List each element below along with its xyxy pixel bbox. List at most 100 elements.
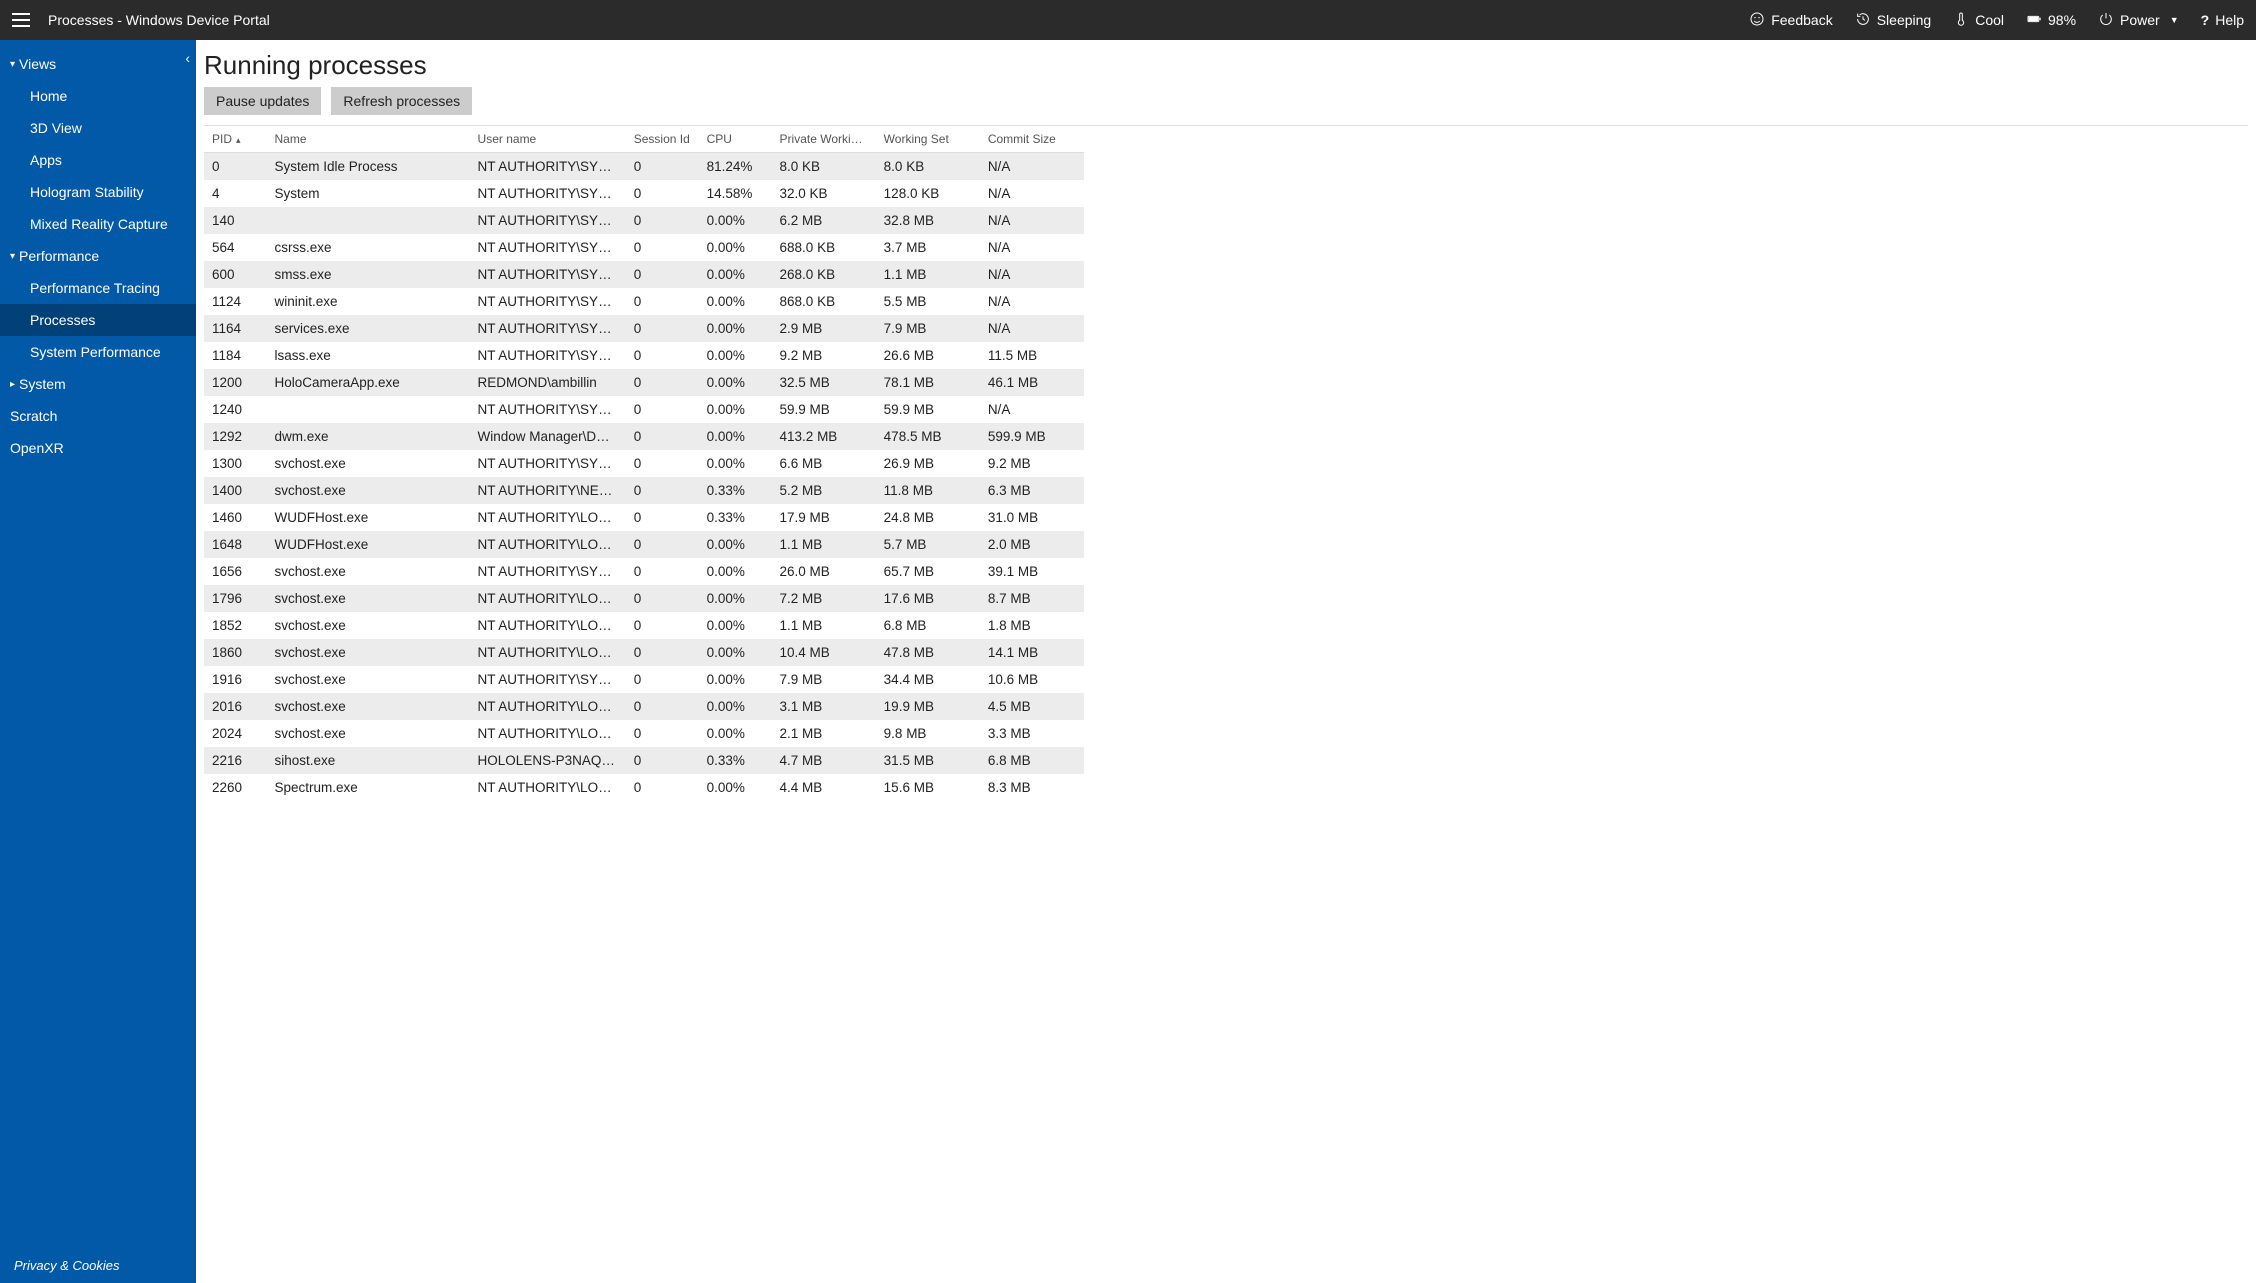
nav-group-views[interactable]: ▾Views (0, 48, 196, 80)
table-row[interactable]: 1656svchost.exeNT AUTHORITY\SYSTEM00.00%… (204, 558, 1084, 585)
table-row[interactable]: 1124wininit.exeNT AUTHORITY\SYSTEM00.00%… (204, 288, 1084, 315)
cell-sess: 0 (626, 612, 699, 639)
cell-name: svchost.exe (266, 585, 469, 612)
cell-user: NT AUTHORITY\SYSTEM (470, 558, 626, 585)
cell-cpu: 0.00% (699, 342, 772, 369)
feedback-button[interactable]: Feedback (1749, 11, 1832, 30)
thermal-state[interactable]: Cool (1953, 11, 2004, 30)
cell-cs: N/A (980, 180, 1084, 207)
table-row[interactable]: 1648WUDFHost.exeNT AUTHORITY\LOCAL …00.0… (204, 531, 1084, 558)
cell-ws: 47.8 MB (876, 639, 980, 666)
sidebar-item-processes[interactable]: Processes (0, 304, 196, 336)
cell-cpu: 0.00% (699, 369, 772, 396)
cell-pws: 2.9 MB (772, 315, 876, 342)
cell-name: sihost.exe (266, 747, 469, 774)
col-header-user-name[interactable]: User name (470, 126, 626, 153)
cell-ws: 1.1 MB (876, 261, 980, 288)
table-row[interactable]: 140NT AUTHORITY\SYSTEM00.00%6.2 MB32.8 M… (204, 207, 1084, 234)
sidebar-item-home[interactable]: Home (0, 80, 196, 112)
table-row[interactable]: 1200HoloCameraApp.exeREDMOND\ambillin00.… (204, 369, 1084, 396)
cell-pid: 1184 (204, 342, 266, 369)
col-header-session-id[interactable]: Session Id (626, 126, 699, 153)
cell-user: NT AUTHORITY\NETWO… (470, 477, 626, 504)
cell-user: NT AUTHORITY\SYSTEM (470, 288, 626, 315)
cell-pws: 5.2 MB (772, 477, 876, 504)
cell-user: NT AUTHORITY\SYSTEM (470, 207, 626, 234)
table-row[interactable]: 2016svchost.exeNT AUTHORITY\LOCAL …00.00… (204, 693, 1084, 720)
cell-pws: 4.4 MB (772, 774, 876, 801)
cell-pws: 413.2 MB (772, 423, 876, 450)
cell-pid: 140 (204, 207, 266, 234)
table-row[interactable]: 600smss.exeNT AUTHORITY\SYSTEM00.00%268.… (204, 261, 1084, 288)
process-table-scroll[interactable]: PID▴NameUser nameSession IdCPUPrivate Wo… (204, 125, 2248, 1283)
sidebar-item-openxr[interactable]: OpenXR (0, 432, 196, 464)
table-row[interactable]: 1796svchost.exeNT AUTHORITY\LOCAL …00.00… (204, 585, 1084, 612)
table-row[interactable]: 564csrss.exeNT AUTHORITY\SYSTEM00.00%688… (204, 234, 1084, 261)
table-row[interactable]: 1852svchost.exeNT AUTHORITY\LOCAL …00.00… (204, 612, 1084, 639)
cell-pid: 1852 (204, 612, 266, 639)
table-row[interactable]: 1860svchost.exeNT AUTHORITY\LOCAL …00.00… (204, 639, 1084, 666)
cell-sess: 0 (626, 585, 699, 612)
cell-pid: 600 (204, 261, 266, 288)
table-row[interactable]: 1400svchost.exeNT AUTHORITY\NETWO…00.33%… (204, 477, 1084, 504)
cell-cs: 39.1 MB (980, 558, 1084, 585)
sleep-state[interactable]: Sleeping (1855, 11, 1932, 30)
table-row[interactable]: 2260Spectrum.exeNT AUTHORITY\LOCAL …00.0… (204, 774, 1084, 801)
menu-icon[interactable] (12, 13, 30, 27)
battery-status[interactable]: 98% (2026, 11, 2076, 30)
pause-updates-button[interactable]: Pause updates (204, 87, 321, 115)
sidebar-item-mixed-reality-capture[interactable]: Mixed Reality Capture (0, 208, 196, 240)
triangle-down-icon: ▾ (10, 59, 15, 70)
power-icon (2098, 11, 2114, 30)
table-row[interactable]: 2024svchost.exeNT AUTHORITY\LOCAL …00.00… (204, 720, 1084, 747)
table-row[interactable]: 1184lsass.exeNT AUTHORITY\SYSTEM00.00%9.… (204, 342, 1084, 369)
cell-name: svchost.exe (266, 720, 469, 747)
table-row[interactable]: 1460WUDFHost.exeNT AUTHORITY\LOCAL …00.3… (204, 504, 1084, 531)
cell-pid: 1200 (204, 369, 266, 396)
cell-cs: 11.5 MB (980, 342, 1084, 369)
table-body: 0System Idle ProcessNT AUTHORITY\SYSTEM0… (204, 153, 1084, 802)
cell-pid: 1460 (204, 504, 266, 531)
table-row[interactable]: 0System Idle ProcessNT AUTHORITY\SYSTEM0… (204, 153, 1084, 181)
privacy-link[interactable]: Privacy & Cookies (0, 1250, 196, 1283)
sidebar-item-performance-tracing[interactable]: Performance Tracing (0, 272, 196, 304)
cell-pid: 2024 (204, 720, 266, 747)
cell-cpu: 0.00% (699, 207, 772, 234)
process-table: PID▴NameUser nameSession IdCPUPrivate Wo… (204, 126, 1084, 801)
cell-pid: 1240 (204, 396, 266, 423)
cell-sess: 0 (626, 450, 699, 477)
table-row[interactable]: 1164services.exeNT AUTHORITY\SYSTEM00.00… (204, 315, 1084, 342)
sidebar-item-apps[interactable]: Apps (0, 144, 196, 176)
col-header-private-working-set[interactable]: Private Working Set (772, 126, 876, 153)
table-row[interactable]: 1300svchost.exeNT AUTHORITY\SYSTEM00.00%… (204, 450, 1084, 477)
table-row[interactable]: 4SystemNT AUTHORITY\SYSTEM014.58%32.0 KB… (204, 180, 1084, 207)
col-header-name[interactable]: Name (266, 126, 469, 153)
refresh-processes-button[interactable]: Refresh processes (331, 87, 472, 115)
cell-name: svchost.exe (266, 477, 469, 504)
sidebar-collapse-button[interactable]: ‹ (185, 50, 190, 66)
table-row[interactable]: 1292dwm.exeWindow Manager\DWM…00.00%413.… (204, 423, 1084, 450)
col-header-cpu[interactable]: CPU (699, 126, 772, 153)
cell-sess: 0 (626, 396, 699, 423)
sidebar-item-hologram-stability[interactable]: Hologram Stability (0, 176, 196, 208)
sidebar-item-3d-view[interactable]: 3D View (0, 112, 196, 144)
cell-pws: 9.2 MB (772, 342, 876, 369)
power-menu[interactable]: Power ▼ (2098, 11, 2179, 30)
cell-user: NT AUTHORITY\SYSTEM (470, 234, 626, 261)
table-row[interactable]: 1240NT AUTHORITY\SYSTEM00.00%59.9 MB59.9… (204, 396, 1084, 423)
help-button[interactable]: ? Help (2201, 12, 2244, 28)
cell-ws: 31.5 MB (876, 747, 980, 774)
col-header-pid[interactable]: PID▴ (204, 126, 266, 153)
sidebar-item-system-performance[interactable]: System Performance (0, 336, 196, 368)
table-row[interactable]: 1916svchost.exeNT AUTHORITY\SYSTEM00.00%… (204, 666, 1084, 693)
col-header-working-set[interactable]: Working Set (876, 126, 980, 153)
nav-group-performance[interactable]: ▾Performance (0, 240, 196, 272)
cell-pws: 17.9 MB (772, 504, 876, 531)
col-header-commit-size[interactable]: Commit Size (980, 126, 1084, 153)
sidebar-item-scratch[interactable]: Scratch (0, 400, 196, 432)
table-row[interactable]: 2216sihost.exeHOLOLENS-P3NAQ6\De…00.33%4… (204, 747, 1084, 774)
cell-name: dwm.exe (266, 423, 469, 450)
cell-sess: 0 (626, 234, 699, 261)
cell-name: svchost.exe (266, 450, 469, 477)
nav-group-system[interactable]: ▸System (0, 368, 196, 400)
